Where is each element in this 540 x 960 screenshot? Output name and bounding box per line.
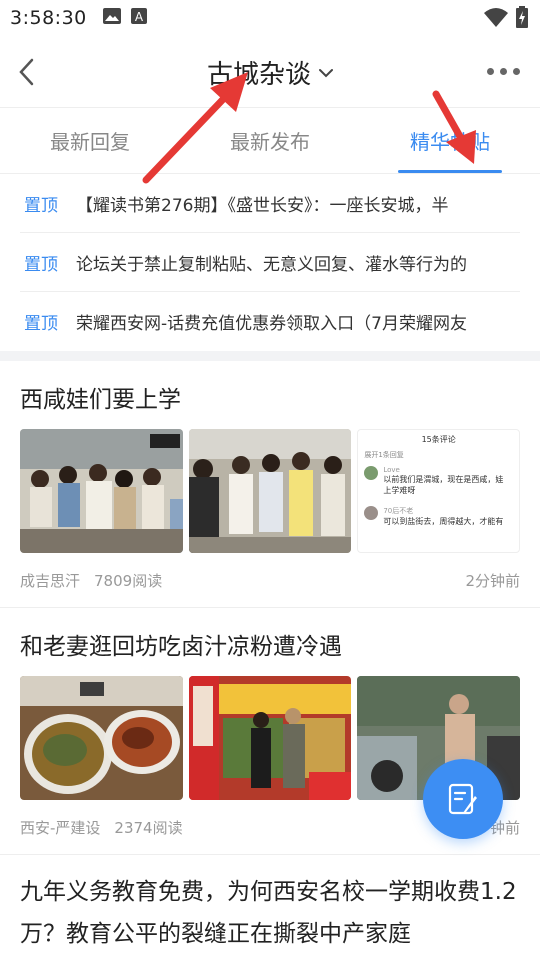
post-image[interactable] bbox=[188, 429, 352, 553]
post-views: 2374阅读 bbox=[114, 818, 183, 837]
post-time: 2分钟前 bbox=[465, 571, 520, 590]
section-divider bbox=[0, 351, 540, 361]
pinned-list: 置顶 【耀读书第276期】《盛世长安》：一座长安城，半 置顶 论坛关于禁止复制粘… bbox=[0, 174, 540, 351]
svg-text:A: A bbox=[135, 10, 144, 24]
pinned-badge: 置顶 bbox=[24, 195, 58, 216]
tab-featured[interactable]: 精华帖贴 bbox=[360, 108, 540, 173]
pinned-badge: 置顶 bbox=[24, 254, 58, 275]
post-thumbnails: 15条评论 展开1条回复 Love 以前我们是渭城，现在是西咸，娃上学难呀 70… bbox=[20, 429, 521, 553]
image-icon bbox=[102, 8, 121, 28]
screenshot-username: 70后不老 bbox=[383, 507, 414, 515]
post-image[interactable] bbox=[20, 429, 183, 553]
pinned-item[interactable]: 置顶 荣耀西安网-话费充值优惠券领取入口（7月荣耀网友 bbox=[20, 292, 520, 351]
tab-latest-replies[interactable]: 最新回复 bbox=[0, 108, 180, 173]
compose-button[interactable] bbox=[423, 759, 503, 839]
pinned-item[interactable]: 置顶 【耀读书第276期】《盛世长安》：一座长安城，半 bbox=[20, 174, 520, 233]
screenshot-expand-replies: 展开1条回复 bbox=[364, 451, 404, 459]
pinned-badge: 置顶 bbox=[24, 314, 58, 334]
post-image[interactable] bbox=[20, 676, 183, 800]
post-title: 西咸娃们要上学 bbox=[20, 387, 181, 413]
tab-bar: 最新回复 最新发布 精华帖贴 bbox=[0, 108, 540, 174]
status-time: 3:58:30 bbox=[10, 7, 87, 29]
tab-latest-posts[interactable]: 最新发布 bbox=[180, 108, 360, 173]
chevron-down-icon bbox=[319, 68, 333, 77]
screenshot-comment: 可以到盐街去，周得越大，才能有 bbox=[383, 517, 504, 526]
compose-icon bbox=[448, 783, 477, 815]
post-title: 和老妻逛回坊吃卤汁凉粉遭冷遇 bbox=[20, 634, 342, 660]
pinned-title: 论坛关于禁止复制粘贴、无意义回复、灌水等行为的 bbox=[76, 254, 467, 275]
post-title: 九年义务教育免费，为何西安名校一学期收费1.2万？教育公平的裂缝正在撕裂中产家庭 bbox=[20, 879, 517, 947]
more-icon bbox=[487, 68, 494, 75]
avatar bbox=[364, 466, 379, 480]
post-card[interactable]: 九年义务教育免费，为何西安名校一学期收费1.2万？教育公平的裂缝正在撕裂中产家庭 bbox=[0, 855, 540, 955]
more-button[interactable] bbox=[487, 68, 520, 75]
screenshot-username: Love bbox=[383, 466, 400, 474]
post-views: 7809阅读 bbox=[94, 571, 163, 590]
forum-title-selector[interactable]: 古城杂谈 bbox=[0, 54, 540, 91]
screenshot-comments-header: 15条评论 bbox=[421, 435, 456, 444]
avatar bbox=[364, 506, 379, 520]
app-header: 古城杂谈 bbox=[0, 36, 540, 108]
post-author[interactable]: 成吉思汗 bbox=[20, 570, 80, 591]
status-bar: 3:58:30 A bbox=[0, 0, 540, 36]
notification-icon: A bbox=[130, 8, 147, 28]
post-author[interactable]: 西安-严建设 bbox=[20, 817, 100, 838]
post-card[interactable]: 西咸娃们要上学 15条评论 展开1条回复 Love 以前我们是渭城，现在是西咸，… bbox=[0, 361, 540, 608]
pinned-item[interactable]: 置顶 论坛关于禁止复制粘贴、无意义回复、灌水等行为的 bbox=[20, 233, 520, 292]
screenshot-comment: 以前我们是渭城，现在是西咸，娃上学难呀 bbox=[383, 475, 504, 495]
pinned-title: 荣耀西安网-话费充值优惠券领取入口（7月荣耀网友 bbox=[76, 314, 467, 334]
post-image[interactable] bbox=[188, 676, 352, 800]
pinned-title: 【耀读书第276期】《盛世长安》：一座长安城，半 bbox=[76, 195, 449, 216]
wifi-icon bbox=[484, 7, 508, 31]
post-meta: 成吉思汗 7809阅读 2分钟前 bbox=[20, 553, 520, 607]
battery-icon bbox=[516, 6, 528, 32]
post-image-comments-screenshot[interactable]: 15条评论 展开1条回复 Love 以前我们是渭城，现在是西咸，娃上学难呀 70… bbox=[357, 429, 521, 553]
page-title: 古城杂谈 bbox=[206, 60, 311, 90]
